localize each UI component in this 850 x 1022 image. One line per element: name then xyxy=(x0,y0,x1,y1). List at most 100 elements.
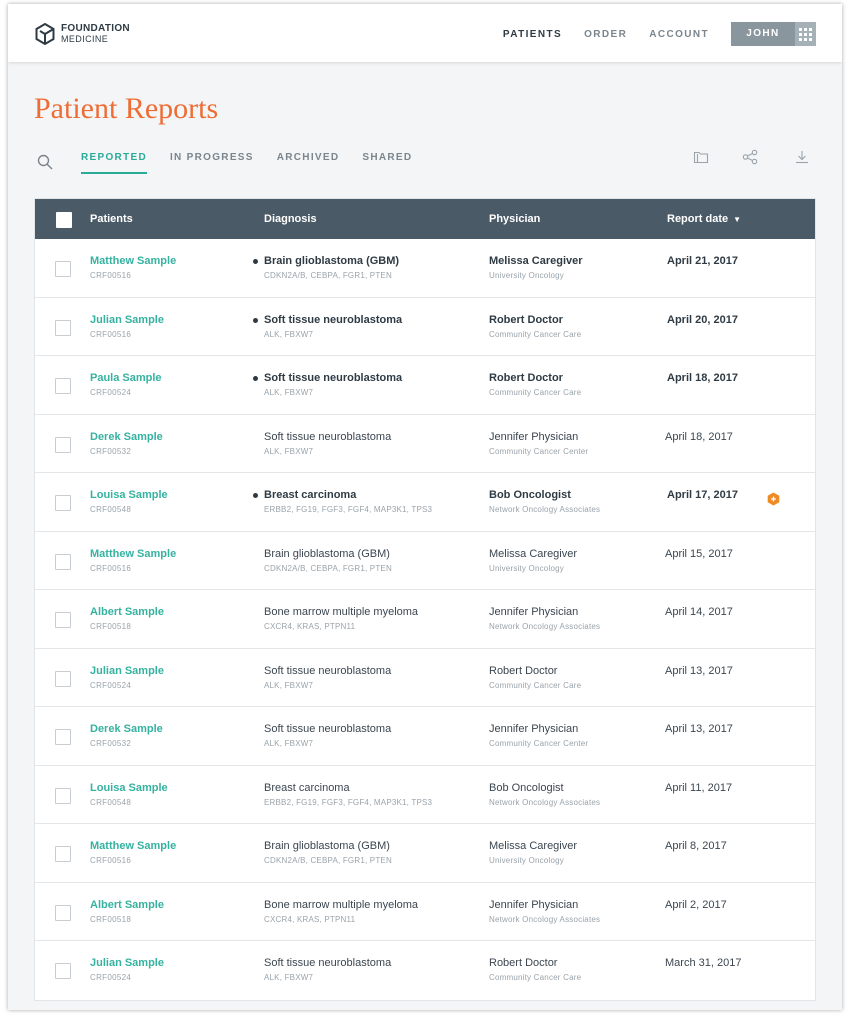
gene-list: ALK, FBXW7 xyxy=(264,680,314,690)
patient-name-link[interactable]: Derek Sample xyxy=(90,723,163,735)
diagnosis: Soft tissue neuroblastoma xyxy=(264,430,392,443)
column-header-physician[interactable]: Physician xyxy=(489,213,540,225)
patient-name-link[interactable]: Julian Sample xyxy=(90,665,164,677)
column-header-patients[interactable]: Patients xyxy=(90,213,133,225)
patient-id: CRF00524 xyxy=(90,680,132,690)
diagnosis: Brain glioblastoma (GBM) xyxy=(264,840,390,852)
row-checkbox[interactable] xyxy=(55,261,71,277)
column-header-report-date[interactable]: Report date ▼ xyxy=(667,213,741,225)
patient-name-link[interactable]: Matthew Sample xyxy=(90,255,176,267)
app-window: FOUNDATION MEDICINE PATIENTS ORDER ACCOU… xyxy=(8,4,842,1010)
sort-descending-icon[interactable]: ▼ xyxy=(733,215,741,224)
tab-in-progress[interactable]: IN PROGRESS xyxy=(170,152,254,174)
diagnosis: Soft tissue neuroblastoma xyxy=(264,957,392,969)
row-checkbox[interactable] xyxy=(55,436,71,453)
gene-list: CXCR4, KRAS, PTPN11 xyxy=(264,622,356,631)
table-body: Matthew Sample CRF00516 Brain glioblastoma… xyxy=(35,239,815,1000)
table-row[interactable]: Louisa Sample CRF00548 Breast carcinoma ERB… xyxy=(35,473,815,532)
patient-id: CRF00532 xyxy=(90,739,132,748)
select-all-checkbox[interactable] xyxy=(56,212,72,228)
download-icon[interactable] xyxy=(793,148,811,166)
alert-badge-icon[interactable] xyxy=(767,492,780,506)
user-name[interactable]: JOHN S. xyxy=(731,22,795,63)
patient-id: CRF00516 xyxy=(90,856,132,865)
diagnosis: Breast carcinoma xyxy=(264,781,350,794)
tab-reported[interactable]: REPORTED xyxy=(81,152,147,174)
patient-id: CRF00548 xyxy=(90,505,132,514)
table-row[interactable]: Derek Sample CRF00532 Soft tissue neurobla… xyxy=(35,707,815,766)
diagnosis: Bone marrow multiple myeloma xyxy=(264,606,419,618)
share-icon[interactable] xyxy=(741,148,759,166)
patient-name-link[interactable]: Louisa Sample xyxy=(90,489,168,501)
user-menu-button[interactable]: JOHN S. xyxy=(731,22,816,63)
table-row[interactable]: Albert Sample CRF00518 Bone marrow multipl… xyxy=(35,590,815,649)
brand-logo[interactable]: FOUNDATION MEDICINE xyxy=(35,23,130,45)
report-date: April 13, 2017 xyxy=(665,723,733,735)
gene-list: ALK, FBXW7 xyxy=(264,973,314,982)
tab-shared[interactable]: SHARED xyxy=(362,152,412,174)
gene-list: ALK, FBXW7 xyxy=(264,446,314,456)
report-date: April 11, 2017 xyxy=(665,781,733,794)
institution-name: Community Cancer Center xyxy=(489,446,589,456)
logo-mark-icon xyxy=(35,23,55,45)
row-checkbox[interactable] xyxy=(55,904,71,921)
row-checkbox[interactable] xyxy=(55,846,71,862)
nav-patients[interactable]: PATIENTS xyxy=(503,29,562,40)
table-row[interactable]: Paula Sample CRF00524 Soft tissue neurobla… xyxy=(35,356,815,415)
table-row[interactable]: Albert Sample CRF00518 Bone marrow multipl… xyxy=(35,883,815,941)
brand-name: FOUNDATION MEDICINE xyxy=(61,23,130,45)
table-row[interactable]: Matthew Sample CRF00516 Brain glioblastoma… xyxy=(35,239,815,298)
row-checkbox[interactable] xyxy=(55,729,71,745)
search-icon[interactable] xyxy=(37,154,53,170)
brand-line-1: FOUNDATION xyxy=(61,23,130,34)
table-row[interactable]: Matthew Sample CRF00516 Brain glioblastoma… xyxy=(35,824,815,883)
row-checkbox[interactable] xyxy=(55,787,71,804)
patient-name-link[interactable]: Matthew Sample xyxy=(90,840,176,852)
row-checkbox[interactable] xyxy=(55,319,71,336)
main-nav: PATIENTS ORDER ACCOUNT JOHN S. xyxy=(503,22,816,63)
physician-name: Jennifer Physician xyxy=(489,723,579,735)
row-checkbox[interactable] xyxy=(55,495,71,511)
row-checkbox[interactable] xyxy=(55,670,71,687)
patient-name-link[interactable]: Albert Sample xyxy=(90,606,164,618)
folder-icon[interactable] xyxy=(692,148,710,166)
diagnosis: Breast carcinoma xyxy=(264,489,357,501)
table-row[interactable]: Julian Sample CRF00524 Soft tissue neurobl… xyxy=(35,649,815,707)
institution-name: University Oncology xyxy=(489,563,564,573)
table-row[interactable]: Julian Sample CRF00524 Soft tissue neurobl… xyxy=(35,941,815,1000)
table-row[interactable]: Louisa Sample CRF00548 Breast carcinoma ERB… xyxy=(35,766,815,824)
patient-name-link[interactable]: Matthew Sample xyxy=(90,548,176,560)
patient-name-link[interactable]: Louisa Sample xyxy=(90,782,168,794)
report-tabs: REPORTED IN PROGRESS ARCHIVED SHARED xyxy=(81,152,435,174)
gene-list: CDKN2A/B, CEBPA, FGR1, PTEN xyxy=(264,271,392,280)
patient-name-link[interactable]: Paula Sample xyxy=(90,372,162,384)
report-date: April 13, 2017 xyxy=(665,664,733,677)
gene-list: ERBB2, FG19, FGF3, FGF4, MAP3K1, TPS3 xyxy=(264,505,433,514)
physician-name: Jennifer Physician xyxy=(489,606,579,618)
patient-id: CRF00516 xyxy=(90,271,132,280)
row-checkbox[interactable] xyxy=(55,963,71,979)
gene-list: CDKN2A/B, CEBPA, FGR1, PTEN xyxy=(264,856,392,865)
table-header: Patients Diagnosis Physician Report date… xyxy=(35,199,815,239)
gene-list: CXCR4, KRAS, PTPN11 xyxy=(264,914,356,924)
patient-name-link[interactable]: Albert Sample xyxy=(90,899,164,911)
patient-name-link[interactable]: Derek Sample xyxy=(90,431,163,443)
institution-name: Community Cancer Care xyxy=(489,680,582,690)
nav-order[interactable]: ORDER xyxy=(584,29,627,40)
row-checkbox[interactable] xyxy=(55,612,71,628)
institution-name: University Oncology xyxy=(489,856,564,865)
table-row[interactable]: Julian Sample CRF00516 Soft tissue neurobl… xyxy=(35,298,815,356)
table-row[interactable]: Derek Sample CRF00532 Soft tissue neurobla… xyxy=(35,415,815,473)
patient-name-link[interactable]: Julian Sample xyxy=(90,957,164,969)
column-header-diagnosis[interactable]: Diagnosis xyxy=(264,213,317,225)
row-checkbox[interactable] xyxy=(55,553,71,570)
table-row[interactable]: Matthew Sample CRF00516 Brain glioblastoma… xyxy=(35,532,815,590)
row-checkbox[interactable] xyxy=(55,378,71,394)
patient-name-link[interactable]: Julian Sample xyxy=(90,314,164,326)
app-grid-icon[interactable] xyxy=(795,22,816,46)
institution-name: Network Oncology Associates xyxy=(489,622,601,631)
nav-account[interactable]: ACCOUNT xyxy=(649,29,709,40)
report-date: April 18, 2017 xyxy=(667,372,738,384)
tab-archived[interactable]: ARCHIVED xyxy=(277,152,340,174)
physician-name: Melissa Caregiver xyxy=(489,255,583,267)
